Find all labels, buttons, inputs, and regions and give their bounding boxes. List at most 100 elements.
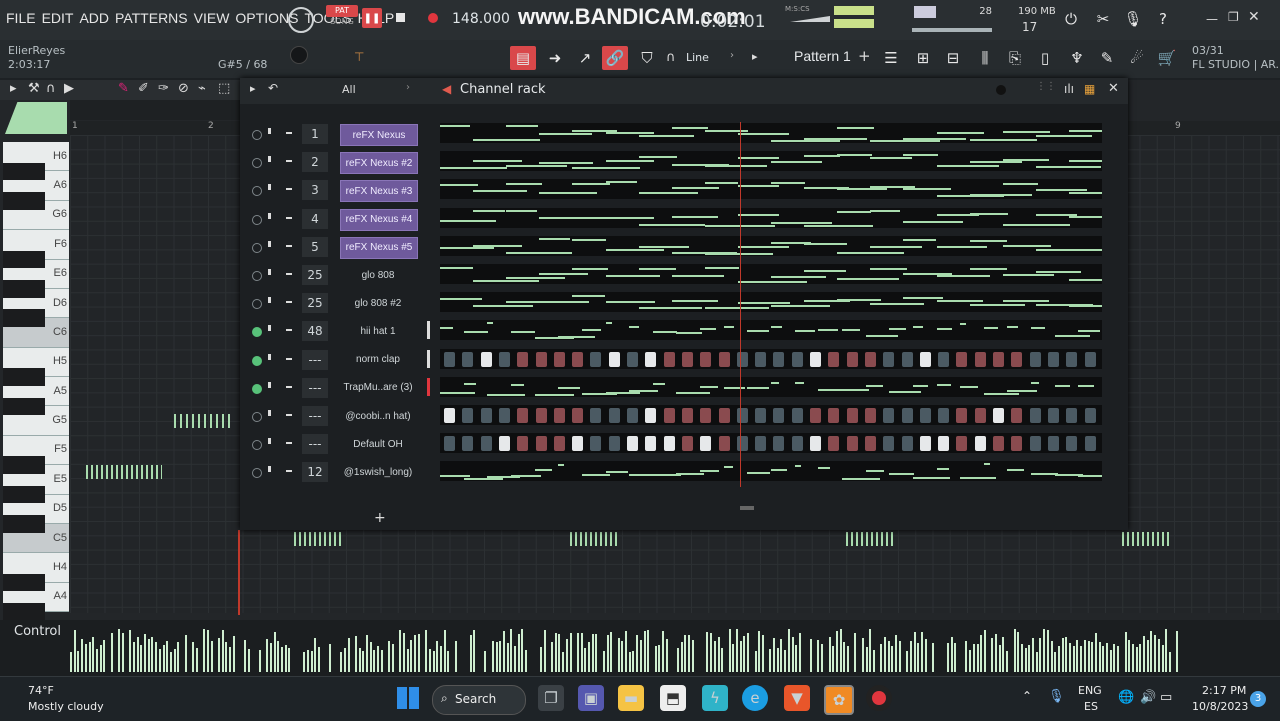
velocity-bar[interactable]: [891, 646, 894, 672]
channel-steps[interactable]: [440, 405, 1102, 425]
step-button[interactable]: [718, 408, 730, 423]
channel-name-button[interactable]: Default OH: [340, 434, 416, 454]
channel-steps[interactable]: [440, 264, 1102, 284]
channel-select-led[interactable]: [252, 355, 262, 366]
velocity-bar[interactable]: [225, 642, 228, 672]
velocity-bar[interactable]: [166, 641, 169, 672]
velocity-bar[interactable]: [432, 651, 435, 672]
mixer-track-number[interactable]: 25: [302, 293, 328, 314]
velocity-bar[interactable]: [110, 633, 113, 672]
velocity-bar[interactable]: [203, 629, 206, 672]
rack-menu-arrow-icon[interactable]: ▸: [250, 82, 256, 95]
piano-roll-icon[interactable]: ⊞: [912, 47, 934, 69]
velocity-bar[interactable]: [1098, 642, 1101, 672]
velocity-bar[interactable]: [839, 629, 842, 672]
step-button[interactable]: [810, 408, 821, 423]
menu-item-patterns[interactable]: PATTERNS: [115, 10, 188, 26]
velocity-bar[interactable]: [103, 640, 106, 672]
velocity-bar[interactable]: [776, 648, 779, 672]
step-button[interactable]: [938, 436, 950, 452]
channel-select-led[interactable]: [252, 299, 262, 310]
step-button[interactable]: [864, 351, 876, 367]
channel-name-button[interactable]: TrapMu..are (3): [340, 378, 416, 398]
channel-select-led[interactable]: [252, 412, 262, 422]
velocity-bar[interactable]: [425, 630, 428, 672]
velocity-bar[interactable]: [1139, 644, 1142, 672]
velocity-bar[interactable]: [784, 650, 787, 672]
velocity-bar[interactable]: [617, 638, 620, 672]
velocity-bar[interactable]: [1043, 629, 1046, 672]
velocity-bar[interactable]: [921, 632, 923, 672]
channel-steps[interactable]: [440, 292, 1102, 313]
mixer-track-number[interactable]: 5: [302, 236, 328, 257]
step-button[interactable]: [681, 436, 693, 452]
velocity-bar[interactable]: [1039, 638, 1042, 672]
mixer-track-number[interactable]: 12: [302, 462, 328, 483]
control-label[interactable]: Control: [14, 624, 61, 639]
velocity-bar[interactable]: [173, 649, 176, 672]
velocity-bar[interactable]: [232, 636, 235, 672]
velocity-bar[interactable]: [972, 644, 975, 672]
velocity-bar[interactable]: [369, 642, 372, 672]
velocity-bar[interactable]: [1057, 646, 1060, 672]
black-key[interactable]: [3, 485, 45, 504]
step-button[interactable]: [846, 436, 858, 452]
channel-volume-knob[interactable]: [286, 216, 292, 219]
black-key[interactable]: [3, 515, 45, 533]
velocity-bar[interactable]: [621, 641, 624, 672]
step-button[interactable]: [572, 408, 584, 423]
language-es[interactable]: ES: [1084, 700, 1098, 713]
velocity-bar[interactable]: [543, 630, 546, 672]
velocity-bar[interactable]: [1165, 629, 1168, 672]
step-button[interactable]: [1029, 408, 1041, 423]
velocity-bar[interactable]: [454, 641, 457, 672]
close-window-button[interactable]: ✕: [1248, 9, 1260, 25]
step-button[interactable]: [535, 351, 547, 367]
slice-tool-icon[interactable]: ⌁: [198, 81, 206, 96]
channel-volume-knob[interactable]: [286, 188, 292, 191]
black-key[interactable]: [3, 191, 45, 210]
velocity-bar[interactable]: [491, 641, 494, 672]
tools-icon[interactable]: ✂: [1092, 8, 1114, 30]
velocity-bar[interactable]: [1046, 630, 1049, 672]
black-key[interactable]: [3, 368, 45, 386]
channel-steps[interactable]: [440, 320, 1102, 341]
step-button[interactable]: [993, 436, 1004, 452]
velocity-bar[interactable]: [895, 635, 898, 672]
step-button[interactable]: [791, 408, 803, 423]
velocity-bar[interactable]: [210, 641, 213, 672]
step-button[interactable]: [773, 408, 785, 423]
minimize-button[interactable]: —: [1206, 12, 1218, 26]
magnet-tool-icon[interactable]: ∩: [46, 81, 56, 96]
velocity-bar[interactable]: [317, 647, 320, 672]
tempo-tapper-icon[interactable]: ✎: [1096, 47, 1118, 69]
velocity-bar[interactable]: [832, 646, 835, 672]
step-button[interactable]: [462, 351, 474, 367]
velocity-bar[interactable]: [932, 643, 935, 672]
velocity-bar[interactable]: [798, 633, 801, 672]
velocity-bar[interactable]: [417, 634, 420, 672]
step-button[interactable]: [553, 408, 565, 423]
step-button[interactable]: [938, 351, 950, 367]
step-button[interactable]: [810, 351, 821, 367]
pat-button[interactable]: PAT: [326, 5, 358, 17]
channel-rack-icon[interactable]: ⊟: [942, 47, 964, 69]
velocity-bar[interactable]: [273, 632, 276, 672]
velocity-bar[interactable]: [147, 639, 150, 672]
velocity-bar[interactable]: [1109, 650, 1112, 672]
velocity-bar[interactable]: [562, 652, 565, 672]
step-button[interactable]: [919, 351, 931, 367]
mixer-track-number[interactable]: 48: [302, 321, 328, 342]
velocity-bar[interactable]: [980, 635, 983, 672]
velocity-bar[interactable]: [739, 641, 742, 672]
step-button[interactable]: [883, 408, 895, 423]
velocity-bar[interactable]: [440, 646, 442, 672]
velocity-bar[interactable]: [954, 643, 957, 672]
mixer-track-number[interactable]: 2: [302, 152, 328, 173]
step-button[interactable]: [663, 408, 675, 423]
step-button[interactable]: [681, 351, 693, 367]
channel-volume-knob[interactable]: [286, 132, 292, 134]
step-button[interactable]: [974, 408, 986, 423]
channel-row[interactable]: --- norm clap: [240, 348, 1128, 376]
channel-pan-knob[interactable]: [268, 156, 271, 163]
